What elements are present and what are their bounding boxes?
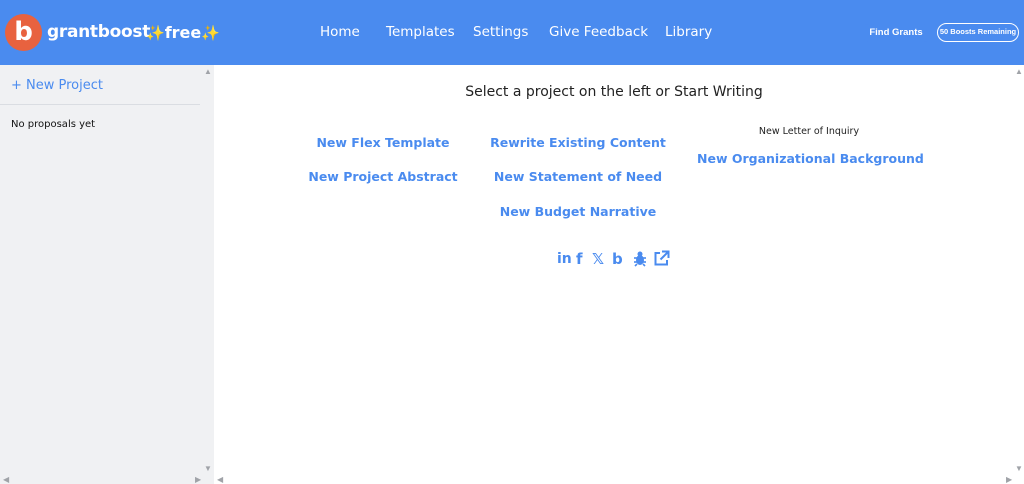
boosts-remaining-badge[interactable]: 50 Boosts Remaining (937, 23, 1019, 42)
scroll-left-arrow-icon[interactable]: ◀ (3, 476, 9, 484)
rewrite-existing-content-link[interactable]: Rewrite Existing Content (478, 135, 678, 150)
new-statement-of-need-link[interactable]: New Statement of Need (478, 169, 678, 184)
linkedin-icon[interactable]: in (557, 250, 572, 268)
nav-templates[interactable]: Templates (386, 24, 455, 40)
start-prompt: Select a project on the left or Start Wr… (465, 84, 763, 100)
new-organizational-background-link[interactable]: New Organizational Background (697, 151, 924, 166)
facebook-icon[interactable]: f (576, 250, 583, 268)
plan-badge: ✨free✨ (146, 23, 220, 42)
main-scroll-up-arrow-icon[interactable]: ▲ (1015, 68, 1023, 76)
sparkle-icon: ✨ (146, 24, 165, 42)
new-letter-of-inquiry-link[interactable]: New Letter of Inquiry (709, 126, 909, 137)
scroll-right-arrow-icon[interactable]: ▶ (195, 476, 201, 484)
new-budget-narrative-link[interactable]: New Budget Narrative (478, 204, 678, 219)
blog-icon[interactable]: b (612, 250, 623, 268)
logo-letter: b (14, 17, 33, 47)
brand-name[interactable]: grantboost (47, 22, 150, 42)
main-scroll-down-arrow-icon[interactable]: ▼ (1015, 465, 1023, 473)
new-flex-template-link[interactable]: New Flex Template (283, 135, 483, 150)
grantboost-logo[interactable]: b (5, 14, 42, 51)
nav-home[interactable]: Home (320, 24, 360, 40)
top-bar: b grantboost ✨free✨ Home Templates Setti… (0, 0, 1024, 65)
find-grants-button[interactable]: Find Grants (864, 24, 928, 42)
bug-icon[interactable] (632, 250, 648, 271)
x-icon[interactable]: 𝕏 (592, 250, 604, 268)
scroll-up-arrow-icon[interactable]: ▲ (204, 68, 212, 76)
main-scroll-right-arrow-icon[interactable]: ▶ (1006, 476, 1012, 484)
main-scroll-left-arrow-icon[interactable]: ◀ (217, 476, 223, 484)
sparkle-icon: ✨ (201, 24, 220, 42)
nav-give-feedback[interactable]: Give Feedback (549, 24, 648, 40)
plan-label: free (164, 23, 202, 42)
sidebar-divider (0, 104, 200, 105)
new-project-abstract-link[interactable]: New Project Abstract (283, 169, 483, 184)
project-sidebar: + New Project No proposals yet ▲ ▼ ◀ ▶ (0, 65, 214, 484)
nav-library[interactable]: Library (665, 24, 712, 40)
scroll-down-arrow-icon[interactable]: ▼ (204, 465, 212, 473)
external-link-icon[interactable] (653, 250, 670, 271)
empty-proposals-message: No proposals yet (11, 119, 96, 130)
nav-settings[interactable]: Settings (473, 24, 528, 40)
